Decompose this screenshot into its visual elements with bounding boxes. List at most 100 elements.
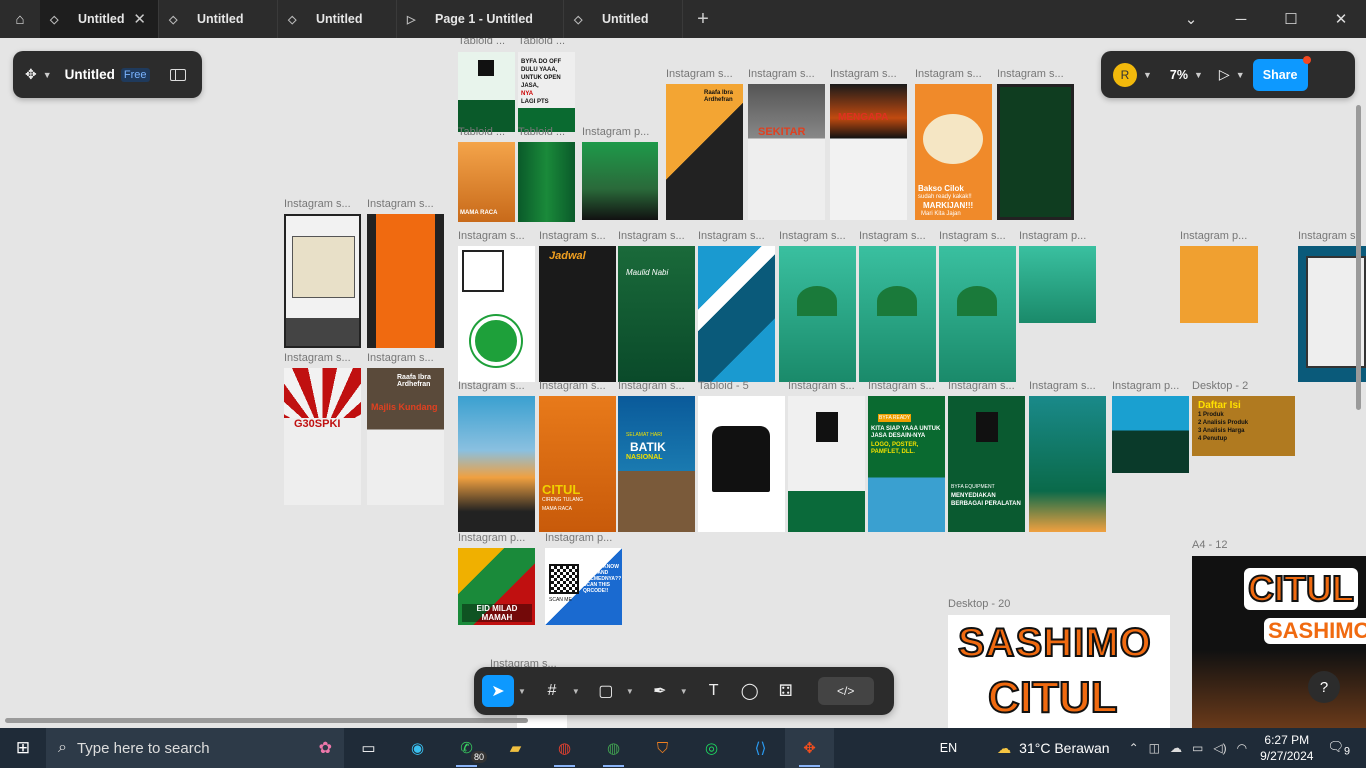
frame-story-mengapa[interactable]: MENGAPA — [830, 84, 907, 220]
avatar[interactable]: R — [1113, 62, 1137, 87]
dev-mode-toggle[interactable]: </> — [817, 677, 874, 705]
frame-label[interactable]: Instagram s... — [748, 68, 815, 80]
chevron-down-icon[interactable]: ▼ — [518, 687, 526, 696]
whatsapp-icon[interactable]: ✆ 80 — [442, 728, 491, 768]
frame-label[interactable]: Instagram s... — [830, 68, 897, 80]
frame-story-grid[interactable] — [1029, 396, 1106, 532]
frame-label[interactable]: Instagram p... — [1180, 230, 1247, 242]
frame-label[interactable]: Instagram s... — [284, 198, 351, 210]
zoom-level[interactable]: 7% — [1170, 68, 1188, 82]
frame-label[interactable]: Tabloid ... — [518, 126, 565, 138]
frame-post-wave[interactable] — [1112, 396, 1189, 473]
frame-story-batik[interactable]: SELAMAT HARI BATIK NASIONAL — [618, 396, 695, 532]
frame-label[interactable]: Tabloid - 5 — [698, 380, 749, 392]
tab-3[interactable]: ◇ Untitled — [278, 0, 397, 38]
frame-story-crossword[interactable] — [284, 214, 361, 348]
actions-tool-icon[interactable]: ⚃ — [770, 675, 802, 707]
frame-story-orange[interactable] — [367, 214, 444, 348]
frame-story-logo[interactable] — [458, 246, 535, 382]
tab-2[interactable]: ◇ Untitled — [159, 0, 278, 38]
file-name[interactable]: Untitled — [65, 67, 115, 82]
frame-story-byfa-green[interactable] — [788, 396, 865, 532]
battery-icon[interactable]: ▭ — [1192, 741, 1203, 755]
frame-label[interactable]: Tabloid ... — [518, 38, 565, 47]
frame-label[interactable]: Instagram p... — [458, 532, 525, 544]
frame-label[interactable]: Instagram s... — [367, 352, 434, 364]
frame-story-sekitar[interactable]: SEKITAR — [748, 84, 825, 220]
frame-label[interactable]: Instagram s... — [458, 230, 525, 242]
frame-story-citul[interactable]: CITUL CIRENG TULANG MAMA RACA — [539, 396, 616, 532]
taskbar-clock[interactable]: 6:27 PM 9/27/2024 — [1260, 732, 1313, 764]
frame-label[interactable]: Instagram s... — [788, 380, 855, 392]
frame-label[interactable]: Instagram s... — [779, 230, 846, 242]
frame-label[interactable]: Tabloid ... — [458, 126, 505, 138]
frame-label[interactable]: A4 - 12 — [1192, 539, 1227, 551]
frame-story-green-text[interactable] — [997, 84, 1074, 220]
frame-desktop-2[interactable]: Daftar Isi 1 Produk 2 Analisis Produk 3 … — [1192, 396, 1295, 456]
frame-label[interactable]: Instagram s... — [539, 230, 606, 242]
meet-now-icon[interactable]: ◫ — [1149, 741, 1160, 755]
frame-tabloid-4[interactable] — [518, 142, 575, 222]
frame-label[interactable]: Instagram s — [1298, 230, 1355, 242]
frame-label[interactable]: Instagram p... — [582, 126, 649, 138]
present-icon[interactable]: ▷ — [1219, 66, 1230, 83]
frame-story-dome-2[interactable] — [859, 246, 936, 382]
figma-logo-icon[interactable]: ✥ — [25, 66, 37, 83]
move-tool-icon[interactable]: ➤ — [482, 675, 514, 707]
chevron-down-icon[interactable]: ⌄ — [1166, 0, 1216, 38]
close-icon[interactable]: ✕ — [133, 10, 146, 28]
design-canvas[interactable]: Tabloid ... Tabloid ... BYFA DO OFF DULU… — [0, 38, 1366, 728]
spotify-icon[interactable]: ◎ — [687, 728, 736, 768]
language-indicator[interactable]: EN — [940, 741, 957, 755]
frame-label[interactable]: Instagram s... — [997, 68, 1064, 80]
frame-tabloid-5[interactable] — [698, 396, 785, 532]
frame-story-maulid-2[interactable] — [698, 246, 775, 382]
frame-label[interactable]: Instagram p... — [545, 532, 612, 544]
comment-tool-icon[interactable]: ◯ — [734, 675, 766, 707]
frame-label[interactable]: Instagram s... — [539, 380, 606, 392]
frame-label[interactable]: Instagram s... — [458, 380, 525, 392]
frame-post-eid[interactable]: EID MILAD MAMAH — [458, 548, 535, 625]
new-tab-icon[interactable]: + — [683, 0, 723, 38]
frame-label[interactable]: Instagram p... — [1112, 380, 1179, 392]
vscode-icon[interactable]: ⟨⟩ — [736, 728, 785, 768]
frame-label[interactable]: Instagram s... — [618, 230, 685, 242]
frame-label[interactable]: Instagram s... — [948, 380, 1015, 392]
frame-label[interactable]: Instagram p... — [1019, 230, 1086, 242]
edge-icon[interactable]: ◉ — [393, 728, 442, 768]
tab-4[interactable]: ▷ Page 1 - Untitled — [397, 0, 564, 38]
frame-label[interactable]: Instagram s... — [698, 230, 765, 242]
pen-tool-icon[interactable]: ✒ — [644, 675, 676, 707]
frame-label[interactable]: Desktop - 20 — [948, 598, 1010, 610]
wifi-icon[interactable]: ◠ — [1237, 741, 1247, 755]
sidebar-toggle-icon[interactable] — [169, 68, 186, 81]
frame-tabloid-3[interactable]: MAMA RACA — [458, 142, 515, 222]
frame-label[interactable]: Instagram s... — [367, 198, 434, 210]
figma-icon[interactable]: ✥ — [785, 728, 834, 768]
frame-story-bakso[interactable]: Bakso Cilok sudah ready kakak!! MARKIJAN… — [915, 84, 992, 220]
chevron-down-icon[interactable]: ▼ — [43, 70, 52, 80]
frame-story-dome-3[interactable] — [939, 246, 1016, 382]
frame-label[interactable]: Instagram s... — [666, 68, 733, 80]
chevron-down-icon[interactable]: ▼ — [626, 687, 634, 696]
frame-story-maulid-1[interactable]: Maulid Nabi — [618, 246, 695, 382]
share-button[interactable]: Share — [1252, 55, 1311, 91]
file-explorer-icon[interactable]: ▰ — [491, 728, 540, 768]
frame-label[interactable]: Instagram s... — [915, 68, 982, 80]
horizontal-scrollbar[interactable] — [5, 718, 528, 723]
chevron-down-icon[interactable]: ▼ — [1143, 70, 1152, 80]
tab-5[interactable]: ◇ Untitled — [564, 0, 683, 38]
frame-label[interactable]: Instagram s... — [618, 380, 685, 392]
frame-label[interactable]: Instagram s... — [1029, 380, 1096, 392]
onedrive-icon[interactable]: ☁ — [1170, 741, 1182, 755]
frame-story-mosque[interactable] — [458, 396, 535, 532]
frame-tabloid-1[interactable] — [458, 52, 515, 132]
zoom-chevron-icon[interactable]: ▼ — [1194, 70, 1203, 80]
frame-label[interactable]: Desktop - 2 — [1192, 380, 1248, 392]
chevron-down-icon[interactable]: ▼ — [680, 687, 688, 696]
chevron-down-icon[interactable]: ▼ — [572, 687, 580, 696]
frame-tabloid-2[interactable]: BYFA DO OFF DULU YAAA, UNTUK OPEN JASA, … — [518, 52, 575, 132]
frame-instagram-post[interactable] — [582, 142, 658, 220]
frame-story-dome-1[interactable] — [779, 246, 856, 382]
minimize-icon[interactable]: ─ — [1216, 0, 1266, 38]
